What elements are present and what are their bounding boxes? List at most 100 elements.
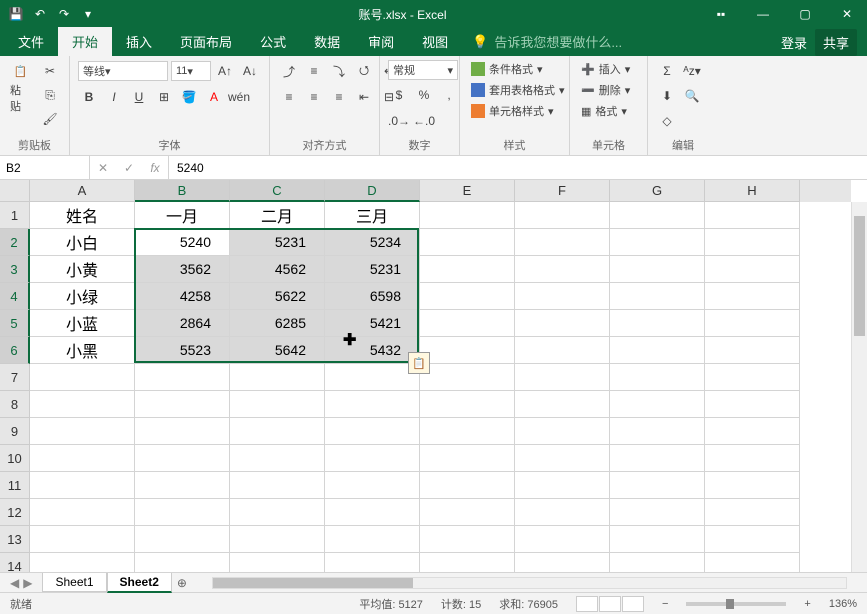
cell-H9[interactable]	[705, 418, 800, 445]
cell-D3[interactable]: 5231	[325, 256, 420, 283]
row-header-10[interactable]: 10	[0, 445, 30, 472]
cell-C12[interactable]	[230, 499, 325, 526]
cut-icon[interactable]: ✂	[39, 60, 61, 82]
cell-E4[interactable]	[420, 283, 515, 310]
cell-G11[interactable]	[610, 472, 705, 499]
cell-F14[interactable]	[515, 553, 610, 572]
name-box[interactable]: B2	[0, 156, 90, 179]
new-sheet-button[interactable]: ⊕	[172, 576, 192, 590]
font-color-button[interactable]: A	[203, 86, 225, 108]
normal-view-button[interactable]	[576, 596, 598, 612]
cell-G13[interactable]	[610, 526, 705, 553]
page-layout-view-button[interactable]	[599, 596, 621, 612]
percent-icon[interactable]: %	[413, 84, 435, 106]
row-header-14[interactable]: 14	[0, 553, 30, 572]
cell-D11[interactable]	[325, 472, 420, 499]
cell-H4[interactable]	[705, 283, 800, 310]
cell-H7[interactable]	[705, 364, 800, 391]
row-header-2[interactable]: 2	[0, 229, 30, 256]
column-header-C[interactable]: C	[230, 180, 325, 202]
page-break-view-button[interactable]	[622, 596, 644, 612]
cell-B8[interactable]	[135, 391, 230, 418]
zoom-slider[interactable]	[686, 602, 786, 606]
delete-cells-button[interactable]: ➖删除 ▾	[578, 81, 633, 99]
cell-G8[interactable]	[610, 391, 705, 418]
cell-E11[interactable]	[420, 472, 515, 499]
paste-options-button[interactable]: 📋	[408, 352, 430, 374]
format-table-button[interactable]: 套用表格格式 ▾	[468, 81, 568, 99]
cell-C8[interactable]	[230, 391, 325, 418]
cell-D12[interactable]	[325, 499, 420, 526]
redo-icon[interactable]: ↷	[56, 6, 72, 22]
column-header-H[interactable]: H	[705, 180, 800, 202]
tab-nav-next-icon[interactable]: ▶	[23, 576, 32, 590]
align-right-icon[interactable]: ≡	[328, 86, 350, 108]
column-header-F[interactable]: F	[515, 180, 610, 202]
row-header-11[interactable]: 11	[0, 472, 30, 499]
save-icon[interactable]: 💾	[8, 6, 24, 22]
cell-H10[interactable]	[705, 445, 800, 472]
tab-view[interactable]: 视图	[408, 27, 462, 56]
cell-H5[interactable]	[705, 310, 800, 337]
cell-F13[interactable]	[515, 526, 610, 553]
cell-F6[interactable]	[515, 337, 610, 364]
tab-data[interactable]: 数据	[300, 27, 354, 56]
cell-F10[interactable]	[515, 445, 610, 472]
align-top-icon[interactable]: ⤴	[278, 60, 300, 82]
cell-D9[interactable]	[325, 418, 420, 445]
format-painter-icon[interactable]: 🖌	[39, 108, 61, 130]
cell-C10[interactable]	[230, 445, 325, 472]
cell-E13[interactable]	[420, 526, 515, 553]
cell-G12[interactable]	[610, 499, 705, 526]
cell-F3[interactable]	[515, 256, 610, 283]
cell-H3[interactable]	[705, 256, 800, 283]
cell-F7[interactable]	[515, 364, 610, 391]
tab-nav-prev-icon[interactable]: ◀	[10, 576, 19, 590]
tell-me-box[interactable]: 💡 告诉我您想要做什么...	[462, 27, 781, 56]
conditional-format-button[interactable]: 条件格式 ▾	[468, 60, 546, 78]
cell-G3[interactable]	[610, 256, 705, 283]
row-header-4[interactable]: 4	[0, 283, 30, 310]
currency-icon[interactable]: $	[388, 84, 410, 106]
select-all-button[interactable]	[0, 180, 30, 202]
cell-H1[interactable]	[705, 202, 800, 229]
row-header-7[interactable]: 7	[0, 364, 30, 391]
cell-E1[interactable]	[420, 202, 515, 229]
cell-A2[interactable]: 小白	[30, 229, 135, 256]
cell-E5[interactable]	[420, 310, 515, 337]
cell-B13[interactable]	[135, 526, 230, 553]
copy-icon[interactable]: ⎘	[39, 84, 61, 106]
cell-D13[interactable]	[325, 526, 420, 553]
cell-F1[interactable]	[515, 202, 610, 229]
cell-B5[interactable]: 2864	[135, 310, 230, 337]
enter-formula-icon[interactable]: ✓	[116, 156, 142, 179]
column-header-E[interactable]: E	[420, 180, 515, 202]
cell-F11[interactable]	[515, 472, 610, 499]
cell-styles-button[interactable]: 单元格样式 ▾	[468, 102, 557, 120]
cell-D8[interactable]	[325, 391, 420, 418]
clear-icon[interactable]: ◇	[656, 110, 678, 132]
cell-E6[interactable]	[420, 337, 515, 364]
formula-input[interactable]: 5240	[169, 156, 867, 179]
row-header-3[interactable]: 3	[0, 256, 30, 283]
cell-F2[interactable]	[515, 229, 610, 256]
cell-C1[interactable]: 二月	[230, 202, 325, 229]
cell-C4[interactable]: 5622	[230, 283, 325, 310]
paste-button[interactable]: 📋 粘贴	[8, 60, 33, 116]
tab-insert[interactable]: 插入	[112, 27, 166, 56]
cell-A3[interactable]: 小黄	[30, 256, 135, 283]
number-format-select[interactable]: 常规▾	[388, 60, 458, 80]
cell-F4[interactable]	[515, 283, 610, 310]
share-button[interactable]: 共享	[815, 29, 857, 56]
cell-B9[interactable]	[135, 418, 230, 445]
cell-E7[interactable]	[420, 364, 515, 391]
row-header-1[interactable]: 1	[0, 202, 30, 229]
cell-C14[interactable]	[230, 553, 325, 572]
h-scrollbar-thumb[interactable]	[213, 578, 413, 588]
signin-link[interactable]: 登录	[781, 33, 807, 52]
sheet-tab-2[interactable]: Sheet2	[107, 573, 172, 593]
cell-B7[interactable]	[135, 364, 230, 391]
row-header-9[interactable]: 9	[0, 418, 30, 445]
cell-E2[interactable]	[420, 229, 515, 256]
insert-cells-button[interactable]: ➕插入 ▾	[578, 60, 633, 78]
